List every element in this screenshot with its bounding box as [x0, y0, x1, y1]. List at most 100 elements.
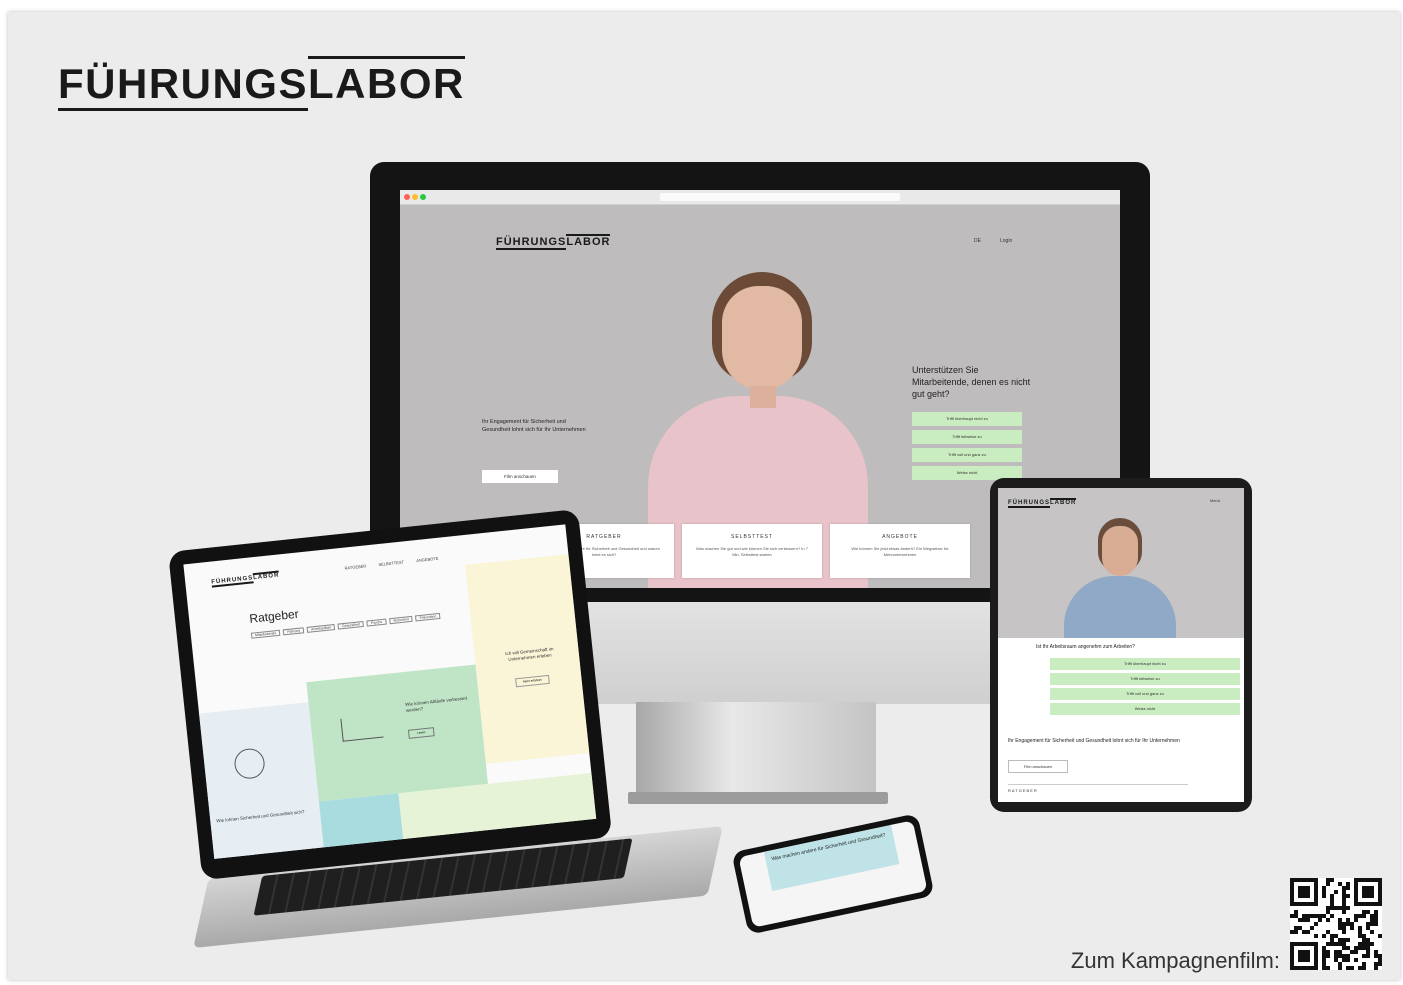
qr-module [1346, 886, 1350, 890]
qr-module [1322, 934, 1326, 938]
laptop-nav-angebote[interactable]: ANGEBOTE [416, 556, 439, 563]
qr-module [1354, 918, 1358, 922]
qr-module [1350, 966, 1354, 970]
tablet-menu[interactable]: Menü [1210, 498, 1220, 503]
qr-module [1342, 910, 1346, 914]
qr-module [1322, 894, 1326, 898]
qr-module [1370, 942, 1374, 946]
qr-module [1326, 966, 1330, 970]
answer-button-3[interactable]: Trifft voll und ganz zu [912, 448, 1022, 462]
site-logo-part2: LABOR [566, 234, 611, 248]
qr-module [1326, 918, 1330, 922]
tablet-watch-button[interactable]: Film anschauen [1008, 760, 1068, 773]
qr-module [1318, 918, 1322, 922]
laptop-tile1-text: Wie können Abläufe verbessert werden? [404, 695, 468, 713]
site-logo-part1: FÜHRUNGS [496, 236, 567, 250]
card-title: ANGEBOTE [882, 534, 918, 540]
phone-screen: Was machen andere für Sicherheit und Ges… [738, 820, 928, 928]
monitor-stand-base [628, 792, 888, 804]
card-text: Wie können Sie jetzt etwas ändern? Ein W… [851, 546, 949, 557]
tablet-face [1102, 526, 1138, 576]
brand-logo-part2: LABOR [308, 56, 465, 108]
laptop-screen: FÜHRUNGSLABOR RATGEBER SELBSTTEST ANGEBO… [183, 524, 597, 859]
qr-module [1314, 902, 1318, 906]
qr-module [1350, 926, 1354, 930]
qr-module [1354, 958, 1358, 962]
face-shape [722, 286, 802, 390]
address-bar[interactable] [660, 193, 900, 201]
card-angebote[interactable]: ANGEBOTE Wie können Sie jetzt etwas ände… [830, 524, 970, 578]
tag[interactable]: Führung [282, 627, 305, 636]
qr-module [1362, 914, 1366, 918]
tag[interactable]: Sicherheit [388, 615, 414, 625]
qr-module [1306, 894, 1310, 898]
laptop-logo-part1: FÜHRUNGS [211, 575, 254, 588]
tag[interactable]: Psyche [366, 618, 387, 627]
hero-left-text: Ihr Engagement für Sicherheit und Gesund… [482, 419, 586, 433]
qr-module [1346, 958, 1350, 962]
qr-code[interactable] [1290, 878, 1382, 970]
qr-module [1306, 958, 1310, 962]
card-selbsttest[interactable]: SELBSTTEST Was machen Sie gut und wie kö… [682, 524, 822, 578]
tablet-engagement-text: Ihr Engagement für Sicherheit und Gesund… [1008, 738, 1180, 744]
laptop-page-title: Ratgeber [248, 606, 300, 626]
qr-module [1330, 914, 1334, 918]
laptop-tile1[interactable]: Wie können Abläufe verbessert werden? Le… [306, 664, 488, 802]
tablet-logo-part2: LABOR [1050, 498, 1077, 506]
laptop-tile3-text: Wie lohnen Sicherheit und Gesundheit sic… [216, 809, 305, 824]
qr-module [1354, 950, 1358, 954]
qr-module [1334, 890, 1338, 894]
laptop-nav-selbsttest[interactable]: SELBSTTEST [378, 559, 404, 567]
smartphone-device: Was machen andere für Sicherheit und Ges… [731, 813, 935, 935]
desk-icon [340, 714, 384, 742]
language-switch[interactable]: DE [974, 238, 981, 244]
tablet-answer-2[interactable]: Trifft teilweise zu [1050, 673, 1240, 685]
monitor-stand [636, 702, 876, 802]
qr-module [1306, 918, 1310, 922]
laptop-tile1-button[interactable]: Lesen [407, 727, 435, 739]
qr-module [1330, 878, 1334, 882]
tablet-screen: FÜHRUNGSLABOR Menü Ist Ihr Arbeitsraum a… [998, 488, 1244, 802]
qr-module [1346, 894, 1350, 898]
tag[interactable]: Prävention [415, 612, 441, 622]
qr-module [1374, 966, 1378, 970]
laptop-tile3[interactable]: Wie lohnen Sicherheit und Gesundheit sic… [199, 702, 325, 859]
qr-module [1314, 934, 1318, 938]
qr-module [1378, 934, 1382, 938]
hero-question: Unterstützen Sie Mitarbeitende, denen es… [912, 365, 1031, 399]
tablet-logo-part1: FÜHRUNGS [1008, 500, 1050, 508]
laptop-logo-part2: LABOR [252, 570, 280, 582]
answer-button-2[interactable]: Trifft teilweise zu [912, 430, 1022, 444]
tag[interactable]: Arbeitsplätze [306, 623, 336, 633]
tablet-divider [1008, 784, 1188, 785]
tablet-answer-1[interactable]: Trifft überhaupt nicht zu [1050, 658, 1240, 670]
laptop-nav-ratgeber[interactable]: RATGEBER [344, 563, 366, 570]
close-dot-icon[interactable] [404, 194, 410, 200]
qr-module [1370, 894, 1374, 898]
tablet-answer-4[interactable]: Weiss nicht [1050, 703, 1240, 715]
qr-module [1366, 954, 1370, 958]
answer-button-1[interactable]: Trifft überhaupt nicht zu [912, 412, 1022, 426]
browser-toolbar [400, 190, 1120, 205]
qr-module [1378, 962, 1382, 966]
neck-shape [750, 386, 776, 408]
tag[interactable]: Gesundheit [337, 620, 365, 630]
zoom-dot-icon[interactable] [420, 194, 426, 200]
qr-module [1338, 966, 1342, 970]
tablet-logo[interactable]: FÜHRUNGSLABOR [1008, 498, 1077, 508]
qr-module [1378, 902, 1382, 906]
login-link[interactable]: Login [1000, 238, 1012, 244]
qr-module [1310, 926, 1314, 930]
brand-logo-part1: FÜHRUNGS [58, 60, 308, 111]
tablet-section-label: RATGEBER [1008, 788, 1038, 793]
tag[interactable]: Mitarbeitende [250, 629, 281, 639]
watch-film-button[interactable]: Film anschauen [482, 470, 558, 483]
site-logo[interactable]: FÜHRUNGSLABOR [496, 234, 611, 250]
laptop-device: FÜHRUNGSLABOR RATGEBER SELBSTTEST ANGEBO… [168, 508, 613, 881]
qr-module [1374, 922, 1378, 926]
tablet-answer-3[interactable]: Trifft voll und ganz zu [1050, 688, 1240, 700]
qr-module [1314, 966, 1318, 970]
qr-module [1326, 882, 1330, 886]
laptop-logo[interactable]: FÜHRUNGSLABOR [211, 570, 280, 588]
minimize-dot-icon[interactable] [412, 194, 418, 200]
